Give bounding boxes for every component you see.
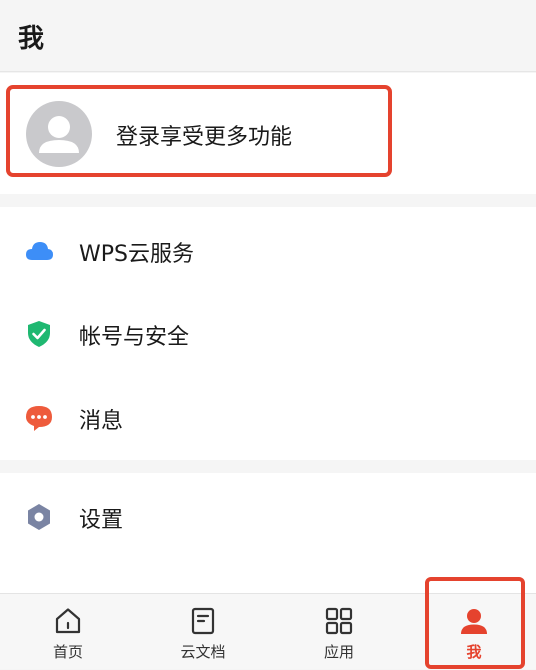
menu-label: 消息 [79, 409, 124, 434]
apps-grid-icon [324, 606, 354, 636]
document-icon [188, 606, 218, 636]
menu-item-account-security[interactable]: 帐号与安全 [0, 293, 536, 373]
cloud-icon [24, 236, 54, 266]
settings-hexagon-icon [24, 502, 54, 532]
tab-label: 首页 [52, 643, 83, 661]
menu-item-settings[interactable]: 设置 [0, 476, 536, 556]
tab-label: 云文档 [180, 643, 226, 661]
menu-group-services: WPS云服务 帐号与安全 消息 [0, 207, 536, 460]
menu-group-settings: 设置 [0, 473, 536, 593]
login-card[interactable]: 登录享受更多功能 [0, 73, 536, 194]
login-highlight-box [6, 85, 392, 177]
menu-label: 帐号与安全 [79, 325, 190, 350]
menu-item-wps-cloud[interactable]: WPS云服务 [0, 210, 536, 290]
chat-bubble-icon [24, 403, 54, 433]
tab-apps[interactable]: 应用 [284, 594, 394, 670]
tab-highlight-box [425, 577, 525, 669]
tab-home[interactable]: 首页 [13, 594, 123, 670]
menu-label: WPS云服务 [79, 242, 194, 267]
tab-cloud-docs[interactable]: 云文档 [148, 594, 258, 670]
menu-label: 设置 [79, 508, 124, 533]
shield-check-icon [24, 319, 54, 349]
menu-item-messages[interactable]: 消息 [0, 377, 536, 457]
page-title: 我 [18, 24, 45, 54]
page-header: 我 [0, 0, 536, 72]
home-icon [53, 606, 83, 636]
tab-label: 应用 [323, 643, 354, 661]
